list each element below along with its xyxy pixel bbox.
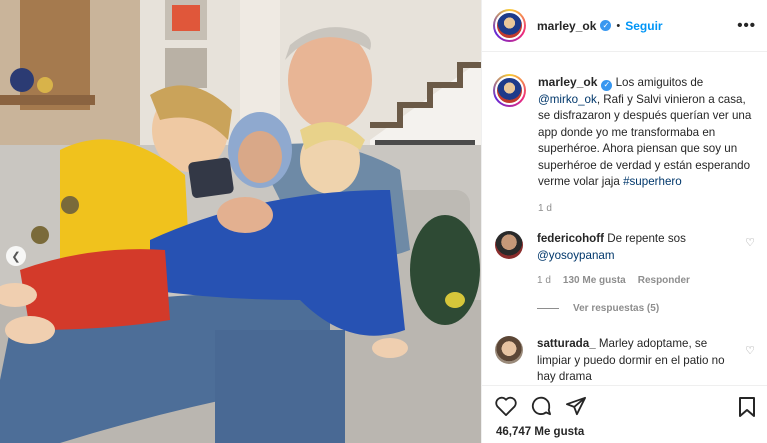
share-icon[interactable] — [565, 396, 587, 416]
view-replies-button[interactable]: Ver respuestas (5) — [537, 303, 659, 314]
post-caption: marley_ok ✓ Los amiguitos de @mirko_ok, R… — [493, 74, 761, 217]
post-panel: marley_ok ✓ • Seguir ••• marley_ok ✓ Los … — [481, 0, 767, 443]
caption-username[interactable]: marley_ok — [538, 75, 597, 89]
caption-body: , Rafi y Salvi vinieron a casa, se disfr… — [538, 92, 752, 189]
comment-item: federicohoff De repente sos @yosoypanam … — [495, 231, 761, 290]
separator: • — [616, 19, 621, 32]
author-username[interactable]: marley_ok — [537, 19, 596, 33]
comment-likes[interactable]: 130 Me gusta — [563, 273, 626, 290]
heart-icon[interactable] — [495, 396, 517, 416]
comment-item: satturada_ Marley adoptame, se limpiar y… — [495, 336, 761, 386]
verified-badge-icon: ✓ — [601, 79, 613, 91]
comment-mention[interactable]: @yosoypanam — [537, 249, 615, 262]
caption-text: Los amiguitos de — [615, 76, 704, 89]
caption-avatar[interactable] — [493, 74, 526, 107]
comment-text: De repente sos — [607, 232, 686, 245]
likes-count[interactable]: 46,747 Me gusta — [496, 426, 584, 438]
comment-time: 1 d — [537, 275, 551, 286]
comment-meta: 1 d 130 Me gusta Responder — [537, 273, 742, 290]
comment-username[interactable]: satturada_ — [537, 337, 596, 350]
reply-button[interactable]: Responder — [638, 273, 690, 290]
caption-time: 1 d — [538, 202, 552, 214]
replies-divider — [537, 308, 559, 309]
more-horizontal-icon[interactable]: ••• — [737, 17, 756, 34]
caption-hashtag[interactable]: #superhero — [623, 175, 682, 188]
comment-like-heart-icon[interactable]: ♡ — [745, 236, 755, 249]
post-image — [0, 0, 481, 443]
comment-icon[interactable] — [530, 396, 552, 416]
follow-button[interactable]: Seguir — [625, 19, 662, 33]
caption-mention[interactable]: @mirko_ok — [538, 93, 597, 106]
commenter-avatar[interactable] — [495, 231, 523, 259]
author-avatar[interactable] — [493, 9, 526, 42]
post-photo[interactable]: ❮ — [0, 0, 481, 443]
bookmark-icon[interactable] — [737, 396, 757, 418]
verified-badge-icon: ✓ — [600, 20, 612, 31]
post-header: marley_ok ✓ • Seguir ••• — [482, 0, 767, 52]
comment-username[interactable]: federicohoff — [537, 232, 604, 245]
chevron-left-icon[interactable]: ❮ — [6, 246, 26, 266]
comment-like-heart-icon[interactable]: ♡ — [745, 344, 755, 357]
post-actions: 46,747 Me gusta — [482, 385, 767, 443]
commenter-avatar[interactable] — [495, 336, 523, 364]
view-replies-label: Ver respuestas (5) — [573, 303, 660, 314]
